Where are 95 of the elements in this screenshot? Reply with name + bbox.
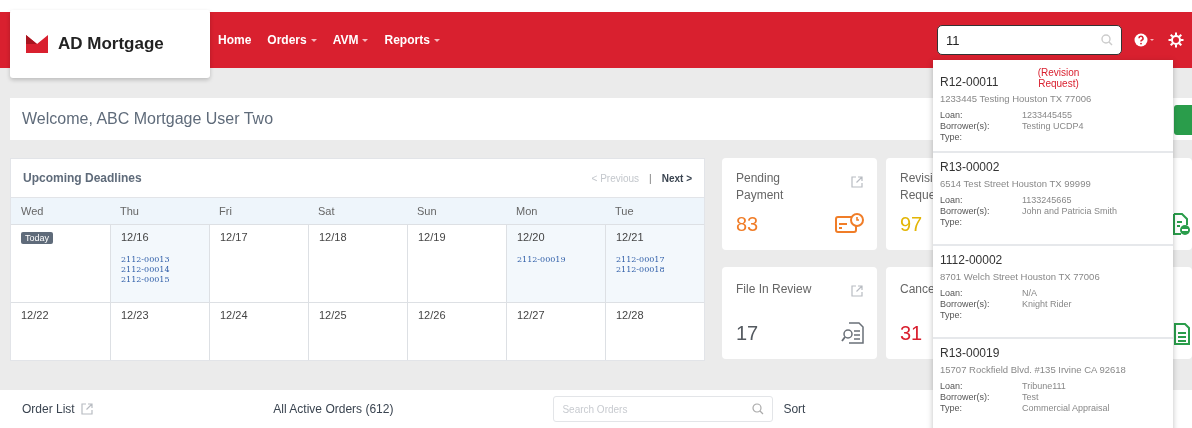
result-id: 1112-00002: [940, 253, 1003, 267]
result-address: 1233445 Testing Houston TX 77006: [940, 93, 1093, 104]
logo-icon: [26, 35, 48, 53]
sort-label: Sort: [783, 402, 806, 416]
order-link[interactable]: 2112-00017: [616, 255, 694, 264]
field-label: Loan:: [940, 381, 964, 392]
external-link-icon[interactable]: [81, 403, 94, 415]
day-header: Sun: [407, 197, 506, 224]
field-label: Loan:: [940, 288, 964, 299]
field-value: 1233445455: [1022, 110, 1074, 121]
order-filter[interactable]: All Active Orders (612): [273, 402, 394, 416]
field-label: Borrower(s):: [940, 299, 991, 310]
date-label: 12/19: [418, 231, 446, 243]
field-label: Loan:: [940, 110, 964, 121]
field-label: Type:: [940, 310, 963, 321]
day-header: Sat: [308, 197, 407, 224]
field-label: Type:: [940, 217, 963, 228]
field-label: Type:: [940, 132, 963, 143]
field-value: Knight Rider: [1022, 299, 1073, 310]
field-value: Commercial Appraisal: [1022, 403, 1111, 414]
date-label: 12/16: [121, 231, 149, 243]
stat-count: 83: [736, 213, 759, 236]
stat-count: 31: [900, 321, 923, 345]
order-link[interactable]: 2112-00015: [121, 275, 199, 284]
field-label: Type:: [940, 403, 963, 414]
stat-count: 97: [900, 213, 923, 236]
field-label: Borrower(s):: [940, 392, 991, 403]
search-result[interactable]: 1112-00002 8701 Welch Street Houston TX 77006 Loan: N/A Borrower(s): Knight Rider Type:: [933, 246, 1173, 339]
result-id: R13-00002: [940, 160, 1000, 174]
search-result[interactable]: R12-00011 (Revision Request) 1233445 Testing Houston TX 77006 Loan: 1233445455 Borrower(s): Testing UCDP4 Type:: [933, 60, 1173, 153]
nav-menu-item[interactable]: Reports: [384, 33, 440, 47]
card-clock-icon: [835, 212, 865, 236]
stat-count: 17: [736, 321, 759, 345]
stat-label: File In Review: [736, 280, 812, 298]
order-link[interactable]: 2112-00014: [121, 265, 199, 274]
nav-menu-item[interactable]: AVM: [332, 33, 369, 47]
document-search-icon: [841, 320, 865, 345]
help-icon[interactable]: [1134, 33, 1156, 47]
result-id: R12-00011: [940, 75, 999, 89]
day-header: Thu: [110, 197, 209, 224]
date-label: 12/27: [517, 309, 545, 321]
date-label: 12/21: [616, 231, 644, 243]
nav-menu-item[interactable]: Orders: [267, 33, 317, 47]
date-label: 12/23: [121, 309, 149, 321]
field-value: John and Patricia Smith: [1022, 206, 1119, 217]
document-icon: [1174, 322, 1190, 345]
day-header: Mon: [506, 197, 605, 224]
date-label: 12/26: [418, 309, 446, 321]
order-link[interactable]: 2112-00018: [616, 265, 694, 274]
order-link[interactable]: 2112-00013: [121, 255, 199, 264]
brand-name: AD Mortgage: [58, 34, 164, 54]
nav-menu-item[interactable]: Home: [218, 33, 252, 47]
day-header: Tue: [605, 197, 704, 224]
settings-icon[interactable]: [1168, 32, 1184, 48]
stat-label: Pending Payment: [736, 170, 784, 204]
field-label: Borrower(s):: [940, 121, 991, 132]
search-icon[interactable]: [752, 403, 765, 415]
separator: |: [649, 172, 652, 184]
date-label: 12/20: [517, 231, 545, 243]
search-field[interactable]: 11: [937, 25, 1122, 55]
welcome-heading: Welcome, ABC Mortgage User Two: [22, 110, 274, 128]
field-value: Tribune111: [1022, 381, 1067, 392]
calendar-title: Upcoming Deadlines: [23, 171, 142, 185]
search-icon[interactable]: [1101, 34, 1113, 46]
date-label: 12/25: [319, 309, 347, 321]
stat-card[interactable]: Pending Payment 83: [722, 158, 877, 250]
day-header: Wed: [11, 197, 110, 224]
search-result[interactable]: R13-00002 6514 Test Street Houston TX 99999 Loan: 1133245665 Borrower(s): John and Patricia Smith Type:: [933, 153, 1173, 246]
action-button[interactable]: [1174, 105, 1192, 135]
external-link-icon[interactable]: [851, 284, 863, 297]
field-label: Loan:: [940, 195, 964, 206]
result-address: 6514 Test Street Houston TX 99999: [940, 178, 1092, 189]
field-value: Test: [1022, 392, 1040, 403]
date-label: 12/22: [21, 309, 49, 321]
date-label: 12/17: [220, 231, 248, 243]
field-label: Borrower(s):: [940, 206, 991, 217]
order-list-title: Order List: [22, 402, 75, 416]
stat-label: Cance: [900, 280, 935, 298]
stat-card[interactable]: File In Review 17: [722, 266, 877, 359]
date-label: 12/24: [220, 309, 248, 321]
date-label: 12/28: [616, 309, 644, 321]
result-id: R13-00019: [940, 346, 1000, 360]
field-value: 1133245665: [1022, 195, 1073, 206]
field-value: Testing UCDP4: [1022, 121, 1085, 132]
result-address: 8701 Welch Street Houston TX 77006: [940, 271, 1101, 282]
result-status: (Revision Request): [1036, 67, 1081, 89]
today-badge: Today: [21, 232, 54, 244]
field-value: N/A: [1022, 288, 1038, 299]
day-header: Fri: [209, 197, 308, 224]
search-result[interactable]: R13-00019 15707 Rockfield Blvd. #135 Irvine CA 92618 Loan: Tribune111 Borrower(s): Test Type: Commercial Appraisal: [933, 339, 1173, 428]
next-link[interactable]: Next >: [661, 172, 692, 184]
date-label: 12/18: [319, 231, 347, 243]
external-link-icon[interactable]: [851, 176, 863, 188]
order-link[interactable]: 2112-00019: [517, 255, 595, 264]
result-address: 15707 Rockfield Blvd. #135 Irvine CA 92618: [940, 364, 1127, 375]
